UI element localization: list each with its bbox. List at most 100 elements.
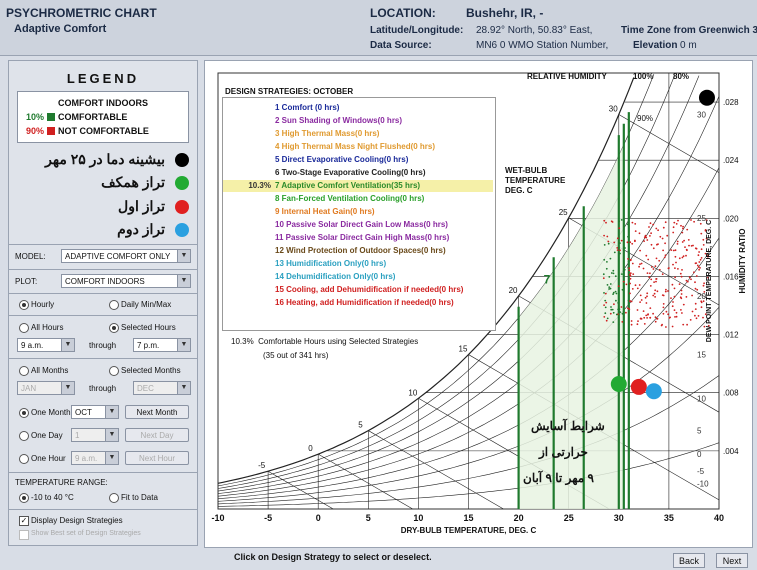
back-button[interactable]: Back bbox=[673, 553, 705, 568]
data-point bbox=[627, 260, 630, 263]
strategy-item-7[interactable]: 10.3% 7 Adaptive Comfort Ventilation(35 h… bbox=[223, 180, 493, 192]
data-point bbox=[617, 302, 619, 304]
radio-hourly[interactable] bbox=[19, 300, 29, 310]
data-point bbox=[603, 258, 606, 261]
data-point bbox=[614, 290, 617, 293]
radio-temp-fit[interactable] bbox=[109, 493, 119, 503]
one-day-select[interactable]: 1 ▼ bbox=[71, 428, 119, 442]
chevron-down-icon[interactable]: ▼ bbox=[177, 250, 190, 262]
month-to-select[interactable]: DEC ▼ bbox=[133, 381, 191, 395]
radio-all-hours[interactable] bbox=[19, 323, 29, 333]
dew-point-tick: 5 bbox=[697, 427, 702, 436]
marker-ground-floor bbox=[610, 376, 627, 393]
data-point bbox=[696, 288, 699, 291]
radio-selected-months[interactable] bbox=[109, 366, 119, 376]
strategy-item-9[interactable]: 9 Internal Heat Gain(0 hrs) bbox=[223, 206, 493, 218]
strategy-item-11[interactable]: 11 Passive Solar Direct Gain High Mass(0… bbox=[223, 232, 493, 244]
radio-temp-fixed[interactable] bbox=[19, 493, 29, 503]
strategy-item-16[interactable]: 16 Heating, add Humidification if needed… bbox=[223, 297, 493, 309]
strategy-item-2[interactable]: 2 Sun Shading of Windows(0 hrs) bbox=[223, 115, 493, 127]
wet-bulb-label: TEMPERATURE bbox=[505, 176, 566, 185]
data-point bbox=[630, 300, 633, 303]
one-month-select[interactable]: OCT ▼ bbox=[71, 405, 119, 419]
data-point bbox=[697, 254, 700, 257]
wet-bulb-tick: 15 bbox=[459, 345, 468, 354]
month-from-select[interactable]: JAN ▼ bbox=[17, 381, 75, 395]
data-point bbox=[656, 290, 659, 293]
data-point bbox=[654, 296, 656, 298]
radio-one-day[interactable] bbox=[19, 431, 29, 441]
data-point bbox=[646, 272, 649, 274]
one-hour-select[interactable]: 9 a.m. ▼ bbox=[71, 451, 119, 465]
rh-axis-label: RELATIVE HUMIDITY bbox=[527, 72, 608, 81]
data-point bbox=[678, 283, 681, 285]
not-comfortable-pct: 90% bbox=[26, 126, 45, 136]
data-point bbox=[623, 268, 626, 271]
data-point bbox=[640, 317, 642, 320]
strategy-item-6[interactable]: 6 Two-Stage Evaporative Cooling(0 hrs) bbox=[223, 167, 493, 179]
strategy-item-14[interactable]: 14 Dehumidification Only(0 hrs) bbox=[223, 271, 493, 283]
chevron-down-icon[interactable]: ▼ bbox=[105, 406, 118, 418]
data-point bbox=[700, 301, 703, 304]
data-point bbox=[673, 295, 676, 298]
data-point bbox=[686, 228, 689, 231]
through-label: through bbox=[89, 384, 117, 393]
plot-select[interactable]: COMFORT INDOORS ▼ bbox=[61, 274, 191, 288]
chevron-down-icon[interactable]: ▼ bbox=[105, 429, 118, 441]
x-tick-label: -10 bbox=[211, 513, 224, 523]
data-point bbox=[662, 312, 665, 315]
chevron-down-icon[interactable]: ▼ bbox=[61, 382, 74, 394]
radio-daily[interactable] bbox=[109, 300, 119, 310]
radio-one-hour[interactable] bbox=[19, 454, 29, 464]
comfortable-label: COMFORTABLE bbox=[58, 112, 128, 122]
chevron-down-icon[interactable]: ▼ bbox=[177, 382, 190, 394]
data-point bbox=[694, 302, 697, 305]
location-label: LOCATION: bbox=[370, 6, 436, 20]
next-hour-button[interactable]: Next Hour bbox=[125, 451, 189, 465]
strategy-item-1[interactable]: 1 Comfort (0 hrs) bbox=[223, 102, 493, 114]
data-point bbox=[674, 249, 677, 252]
data-point bbox=[693, 220, 695, 223]
data-point bbox=[603, 304, 605, 306]
next-button[interactable]: Next bbox=[716, 553, 748, 568]
display-strategies-checkbox[interactable]: ✓ bbox=[19, 516, 29, 526]
strategy-item-5[interactable]: 5 Direct Evaporative Cooling(0 hrs) bbox=[223, 154, 493, 166]
chevron-down-icon[interactable]: ▼ bbox=[61, 339, 74, 351]
left-panel: LEGEND COMFORT INDOORS 10% COMFORTABLE 90… bbox=[8, 60, 198, 546]
radio-one-month[interactable] bbox=[19, 408, 29, 418]
best-set-checkbox[interactable] bbox=[19, 530, 29, 540]
strategy-item-10[interactable]: 10 Passive Solar Direct Gain Low Mass(0 … bbox=[223, 219, 493, 231]
data-point bbox=[671, 283, 674, 286]
strategy-item-13[interactable]: 13 Humidification Only(0 hrs) bbox=[223, 258, 493, 270]
data-point bbox=[654, 289, 657, 292]
radio-all-months[interactable] bbox=[19, 366, 29, 376]
radio-selected-hours[interactable] bbox=[109, 323, 119, 333]
strategy-item-12[interactable]: 12 Wind Protection of Outdoor Spaces(0 h… bbox=[223, 245, 493, 257]
model-select[interactable]: ADAPTIVE COMFORT ONLY ▼ bbox=[61, 249, 191, 263]
next-month-button[interactable]: Next Month bbox=[125, 405, 189, 419]
next-day-button[interactable]: Next Day bbox=[125, 428, 189, 442]
data-point bbox=[694, 262, 697, 265]
strategy-item-4[interactable]: 4 High Thermal Mass Night Flushed(0 hrs) bbox=[223, 141, 493, 153]
data-point bbox=[694, 287, 697, 290]
chevron-down-icon[interactable]: ▼ bbox=[105, 452, 118, 464]
hour-from-select[interactable]: 9 a.m. ▼ bbox=[17, 338, 75, 352]
wet-bulb-line bbox=[368, 430, 504, 510]
hour-to-select[interactable]: 7 p.m. ▼ bbox=[133, 338, 191, 352]
marker-max-temp bbox=[698, 89, 715, 106]
strategy-item-15[interactable]: 15 Cooling, add Dehumidification if need… bbox=[223, 284, 493, 296]
chevron-down-icon[interactable]: ▼ bbox=[177, 275, 190, 287]
data-point bbox=[636, 323, 639, 326]
chevron-down-icon[interactable]: ▼ bbox=[177, 339, 190, 351]
data-point bbox=[602, 277, 605, 280]
strategy-item-8[interactable]: 8 Fan-Forced Ventilation Cooling(0 hrs) bbox=[223, 193, 493, 205]
strategy-item-3[interactable]: 3 High Thermal Mass(0 hrs) bbox=[223, 128, 493, 140]
data-point bbox=[694, 308, 697, 310]
data-point bbox=[642, 310, 645, 312]
not-comfortable-label: NOT COMFORTABLE bbox=[58, 126, 149, 136]
one-month-label: One Month bbox=[31, 408, 71, 417]
data-point bbox=[655, 280, 657, 283]
data-point bbox=[631, 242, 634, 245]
data-point bbox=[645, 302, 648, 304]
data-point bbox=[608, 286, 611, 288]
